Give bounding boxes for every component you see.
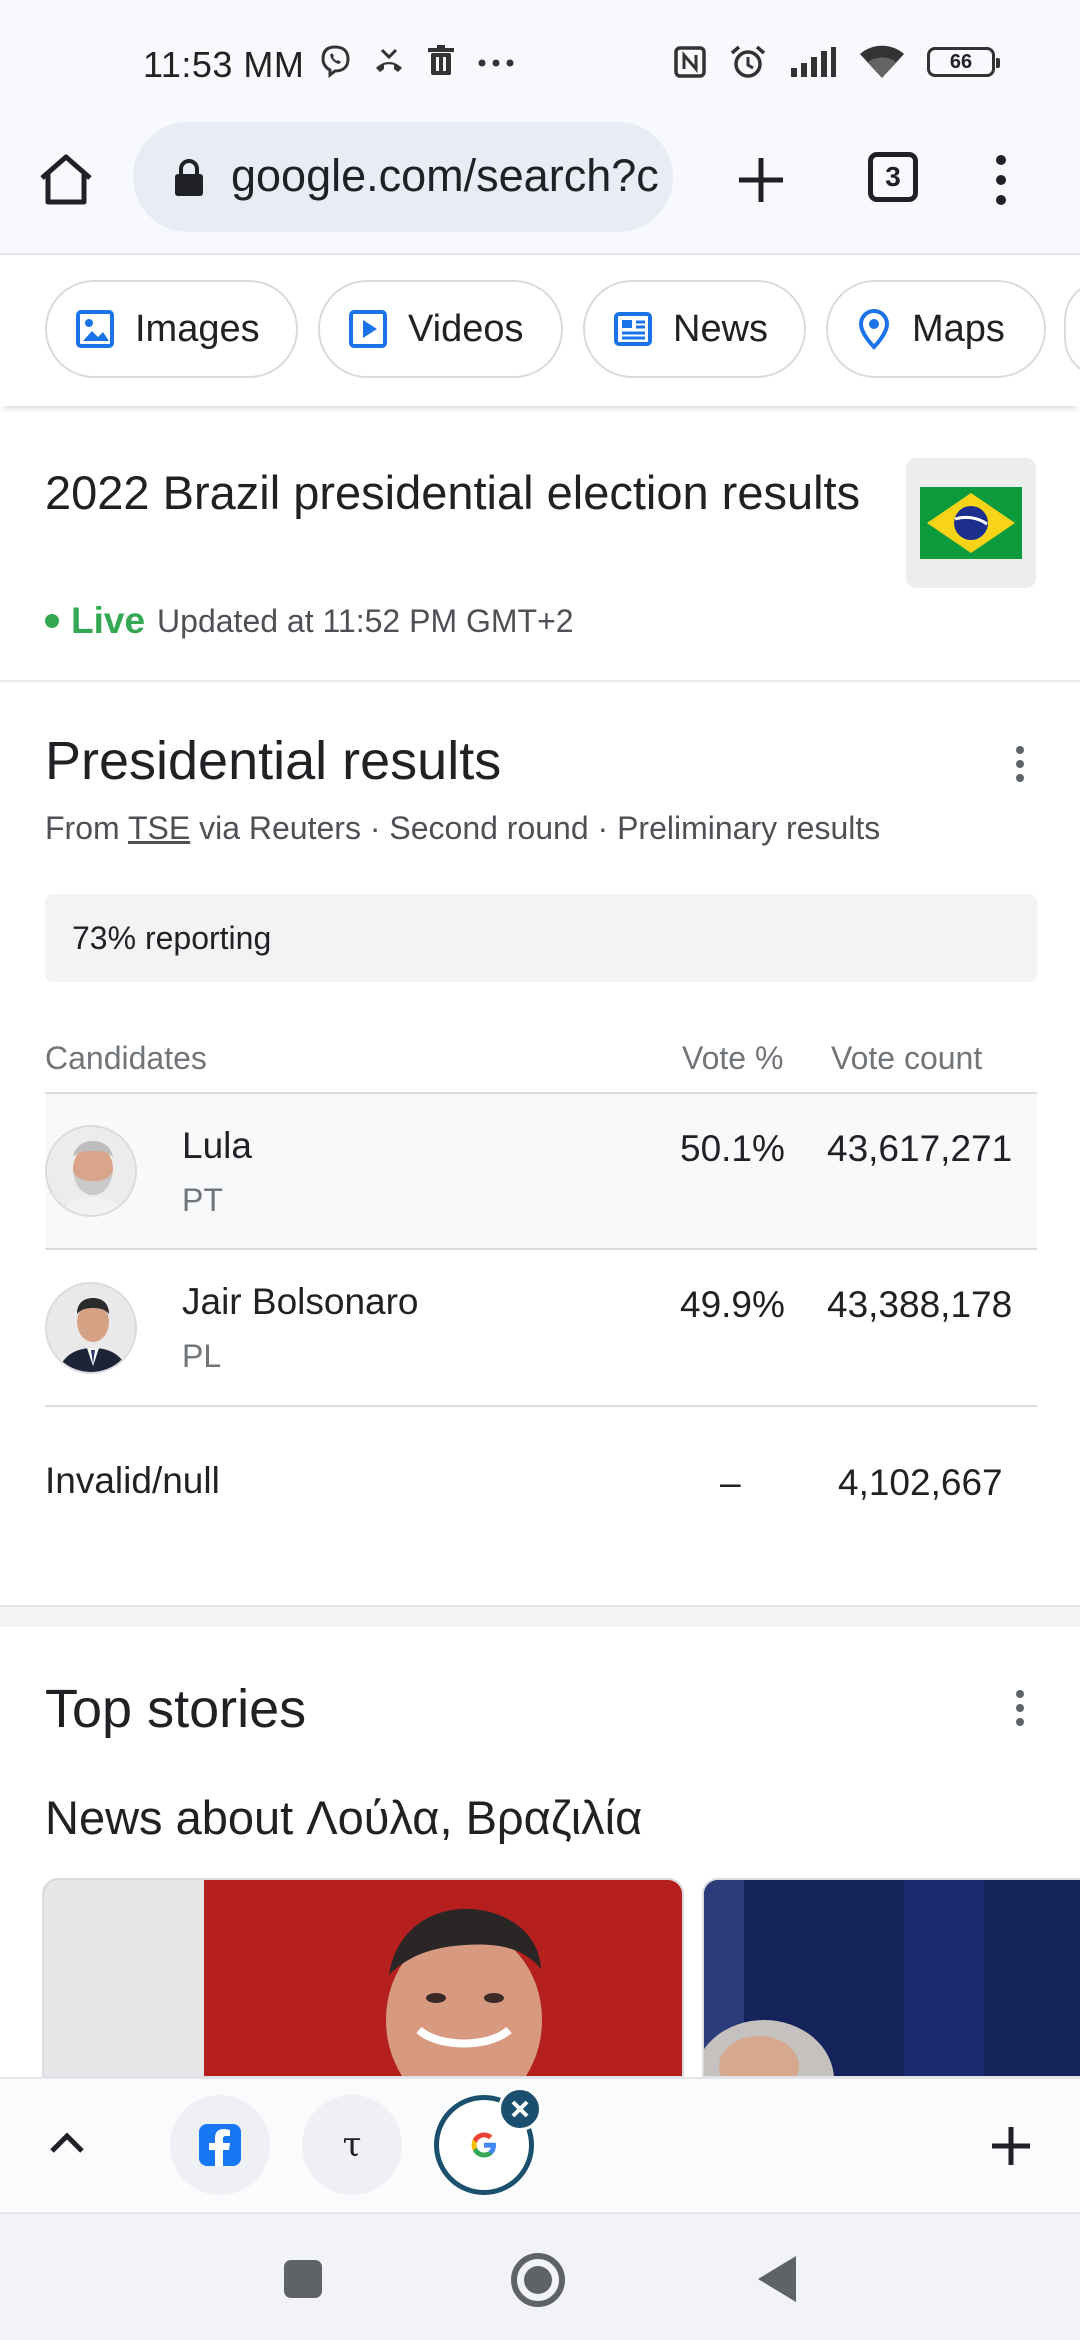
tab-switcher-button[interactable]: 3 [868,152,918,202]
candidate-vote-pct: 50.1% [680,1128,785,1169]
chip-more[interactable] [1064,280,1080,378]
recents-icon[interactable] [282,2258,324,2300]
page-title: 2022 Brazil presidential election result… [45,466,861,519]
home-nav-icon[interactable] [510,2252,566,2308]
chip-label: Maps [912,307,1005,350]
live-status: Live Updated at 11:52 PM GMT+2 [45,600,574,642]
missed-call-icon [376,48,402,72]
alarm-icon [730,45,766,78]
tab-facebook[interactable] [170,2095,270,2195]
avatar-lula [45,1125,137,1217]
live-label: Live [71,600,146,641]
col-candidates: Candidates [45,1040,207,1076]
back-icon[interactable] [756,2254,800,2304]
results-more-icon[interactable] [1010,742,1030,786]
status-system-icons: 66 [673,44,1000,80]
image-icon [76,310,114,348]
results-source: From TSE via Reuters · Second round · Pr… [45,810,880,847]
address-bar[interactable]: google.com/search?c [133,122,673,232]
chip-videos[interactable]: Videos [318,280,563,378]
home-icon[interactable] [36,150,96,210]
candidate-name: Lula [182,1125,252,1166]
candidate-name: Jair Bolsonaro [182,1281,419,1322]
chip-label: Videos [408,307,524,350]
candidate-vote-count: 43,388,178 [827,1284,1013,1325]
news-icon [614,312,652,346]
live-dot-icon [45,614,59,628]
chip-label: Images [135,307,260,350]
play-icon [349,310,387,348]
source-prefix: From [45,810,128,846]
lock-icon [175,159,203,196]
new-tab-icon[interactable] [733,152,789,208]
source-link-tse[interactable]: TSE [128,810,190,846]
top-stories-more-icon[interactable] [1010,1686,1030,1730]
candidate-party: PL [182,1338,222,1374]
story-card-image-1[interactable] [42,1878,684,2078]
chip-images[interactable]: Images [45,280,298,378]
col-vote-count: Vote count [831,1040,983,1076]
search-filter-chips: Images Videos News Maps [0,256,1080,406]
section-separator [0,1605,1080,1627]
candidate-vote-count: 43,617,271 [827,1128,1013,1169]
status-time: 11:53 MM [143,44,305,85]
table-row-lula[interactable] [45,1094,1037,1248]
invalid-vote-count: 4,102,667 [838,1462,1003,1503]
tab-strip: τ [0,2077,1080,2210]
signal-icon [791,47,836,77]
reporting-badge: 73% reporting [45,894,1037,982]
wifi-icon [860,45,904,78]
battery-icon: 66 [927,47,1000,77]
invalid-label: Invalid/null [45,1460,220,1501]
chevron-up-icon[interactable] [48,2127,86,2155]
url-text: google.com/search?c [231,150,659,201]
trash-icon [428,45,454,75]
map-pin-icon [858,308,890,350]
tab-tau[interactable]: τ [302,2095,402,2195]
system-nav-bar [0,2212,1080,2340]
add-tab-icon[interactable] [990,2125,1032,2167]
row-divider [45,1405,1037,1407]
source-suffix: via Reuters · Second round · Preliminary… [190,810,881,846]
tau-icon: τ [342,2125,362,2165]
status-notification-icons [318,44,516,78]
brazil-flag-icon [906,458,1036,588]
candidate-party: PT [182,1182,223,1218]
chip-maps[interactable]: Maps [826,280,1046,378]
invalid-vote-pct: – [720,1462,741,1503]
divider [0,680,1080,682]
close-tab-icon[interactable] [498,2087,542,2131]
overflow-menu-icon[interactable] [986,150,1016,210]
google-icon [471,2132,496,2158]
facebook-icon [199,2124,241,2166]
more-notifications-icon [478,59,514,67]
chip-label: News [673,307,769,350]
news-about-heading: News about Λούλα, Βραζιλία [45,1791,643,1844]
results-title: Presidential results [45,731,502,791]
status-bar: 11:53 MM 66 [0,0,1080,120]
nfc-icon [674,46,706,78]
browser-toolbar: google.com/search?c 3 [0,120,1080,255]
chip-news[interactable]: News [583,280,806,378]
updated-time: Updated at 11:52 PM GMT+2 [157,602,574,639]
col-vote-pct: Vote % [682,1040,784,1076]
top-stories-title: Top stories [45,1679,307,1739]
table-row-bolsonaro[interactable] [45,1250,1037,1405]
candidate-vote-pct: 49.9% [680,1284,785,1325]
viber-icon [321,45,350,78]
story-card-image-2[interactable] [702,1878,1080,2078]
